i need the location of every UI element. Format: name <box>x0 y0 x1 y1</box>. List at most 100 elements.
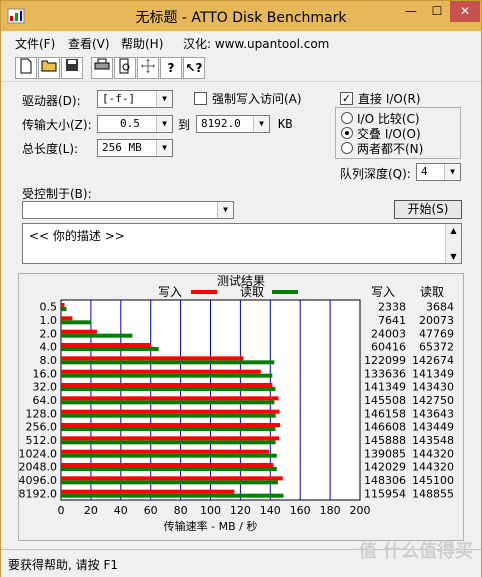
queue-depth-label: 队列深度(Q): <box>340 167 411 181</box>
read-value: 142674 <box>412 354 454 367</box>
read-bar <box>61 413 276 418</box>
print-preview-icon[interactable] <box>114 57 136 79</box>
to-label: 到 <box>178 118 191 132</box>
read-bar <box>61 440 276 445</box>
write-bar <box>61 449 269 454</box>
x-tick-label: 0 <box>58 504 65 517</box>
scroll-down-icon[interactable]: ▼ <box>446 252 461 261</box>
chevron-down-icon: ▼ <box>253 116 269 132</box>
y-tick-label: 0.5 <box>40 301 58 314</box>
title-bar[interactable]: 无标题 - ATTO Disk Benchmark — ☐ ✕ <box>1 1 481 31</box>
x-tick-label: 100 <box>200 504 221 517</box>
y-tick-label: 256.0 <box>26 421 58 434</box>
y-tick-label: 1024.0 <box>19 447 57 460</box>
drive-select[interactable]: [-f-] ▼ <box>97 90 173 108</box>
write-value: 148306 <box>364 474 406 487</box>
write-bar <box>61 423 281 427</box>
read-bar <box>61 360 275 365</box>
chevron-down-icon: ▼ <box>217 202 233 218</box>
read-bar <box>61 400 275 405</box>
toolbar: ? ↖? <box>1 54 481 82</box>
chevron-down-icon: ▼ <box>156 140 172 156</box>
read-bar <box>61 387 276 391</box>
total-length-select[interactable]: 256 MB ▼ <box>97 139 173 157</box>
y-tick-label: 32.0 <box>33 381 58 394</box>
save-icon[interactable] <box>61 57 83 79</box>
read-value: 47769 <box>419 327 454 340</box>
write-bar <box>61 316 73 321</box>
menu-help[interactable]: 帮助(H) <box>121 35 163 52</box>
force-write-checkbox[interactable] <box>194 92 207 105</box>
write-value: 145888 <box>364 434 406 447</box>
read-bar <box>61 467 277 471</box>
menu-file[interactable]: 文件(F) <box>15 35 55 52</box>
kb-label: KB <box>278 117 293 131</box>
read-value: 143430 <box>412 381 454 394</box>
read-value: 144320 <box>412 461 454 474</box>
minimize-button[interactable]: — <box>398 1 424 22</box>
status-text: 要获得帮助, 请按 F1 <box>8 558 118 572</box>
results-panel: 测试结果 写入 读取 写入 读取 0 20 40 60 80 100 120 140 160 18… <box>18 273 464 541</box>
read-bar <box>61 307 67 311</box>
move-icon[interactable] <box>137 57 159 79</box>
close-button[interactable]: ✕ <box>450 1 480 22</box>
write-value: 146608 <box>364 421 406 434</box>
queue-depth-select[interactable]: 4 ▼ <box>416 163 461 181</box>
context-help-icon[interactable]: ↖? <box>183 57 205 79</box>
controlled-by-label: 受控制于(B): <box>22 187 92 201</box>
description-field[interactable]: << 你的描述 >> ▲ ▼ <box>22 223 462 264</box>
help-icon[interactable]: ? <box>160 57 182 79</box>
scroll-up-icon[interactable]: ▲ <box>446 226 461 235</box>
y-tick-label: 8.0 <box>40 354 58 367</box>
transfer-from-select[interactable]: 0.5 ▼ <box>97 115 173 133</box>
y-tick-label: 16.0 <box>33 367 58 380</box>
read-value: 143643 <box>412 407 454 420</box>
direct-io-checkbox[interactable]: ✓ <box>340 92 353 105</box>
y-tick-label: 2.0 <box>40 327 58 340</box>
transfer-to-select[interactable]: 8192.0 ▼ <box>196 115 270 133</box>
menu-view[interactable]: 查看(V) <box>68 35 110 52</box>
write-value: 145508 <box>364 394 406 407</box>
io-compare-radio[interactable] <box>341 112 353 124</box>
y-tick-label: 8192.0 <box>19 487 57 500</box>
neither-radio[interactable] <box>341 142 353 154</box>
write-bar <box>61 476 283 481</box>
x-tick-label: 20 <box>84 504 98 517</box>
read-value: 3684 <box>426 301 454 314</box>
app-window: 无标题 - ATTO Disk Benchmark — ☐ ✕ 文件(F) 查看… <box>0 0 482 577</box>
chevron-down-icon: ▼ <box>444 164 460 180</box>
maximize-button[interactable]: ☐ <box>424 1 450 22</box>
description-scrollbar[interactable]: ▲ ▼ <box>445 224 461 263</box>
x-axis-label: 传输速率 - MB / 秒 <box>164 519 258 533</box>
start-button[interactable]: 开始(S) <box>394 200 462 219</box>
new-icon[interactable] <box>15 57 37 79</box>
write-bar <box>61 343 152 347</box>
read-value: 144320 <box>412 447 454 460</box>
print-icon[interactable] <box>91 57 113 79</box>
write-value: 2338 <box>378 301 406 314</box>
write-bar <box>61 436 280 441</box>
open-icon[interactable] <box>38 57 60 79</box>
x-tick-label: 60 <box>144 504 158 517</box>
controlled-by-select[interactable]: ▼ <box>22 201 234 219</box>
read-value: 65372 <box>419 341 454 354</box>
x-tick-label: 180 <box>320 504 341 517</box>
y-tick-label: 4096.0 <box>19 474 57 487</box>
x-tick-label: 200 <box>350 504 371 517</box>
y-tick-label: 128.0 <box>26 407 58 420</box>
chevron-down-icon: ▼ <box>156 91 172 107</box>
direct-io-label: 直接 I/O(R) <box>358 92 421 106</box>
read-value: 145100 <box>412 474 454 487</box>
read-bar <box>61 347 159 351</box>
description-text: << 你的描述 >> <box>29 229 125 243</box>
overlap-io-radio[interactable] <box>341 127 353 139</box>
write-bar <box>61 356 244 361</box>
write-value: 122099 <box>364 354 406 367</box>
x-tick-label: 140 <box>260 504 281 517</box>
localization-hint: 汉化: www.upantool.com <box>183 37 330 51</box>
read-value: 143548 <box>412 434 454 447</box>
write-bar <box>61 409 280 414</box>
read-value: 141349 <box>412 367 454 380</box>
read-value: 142750 <box>412 394 454 407</box>
read-bar <box>61 333 133 338</box>
